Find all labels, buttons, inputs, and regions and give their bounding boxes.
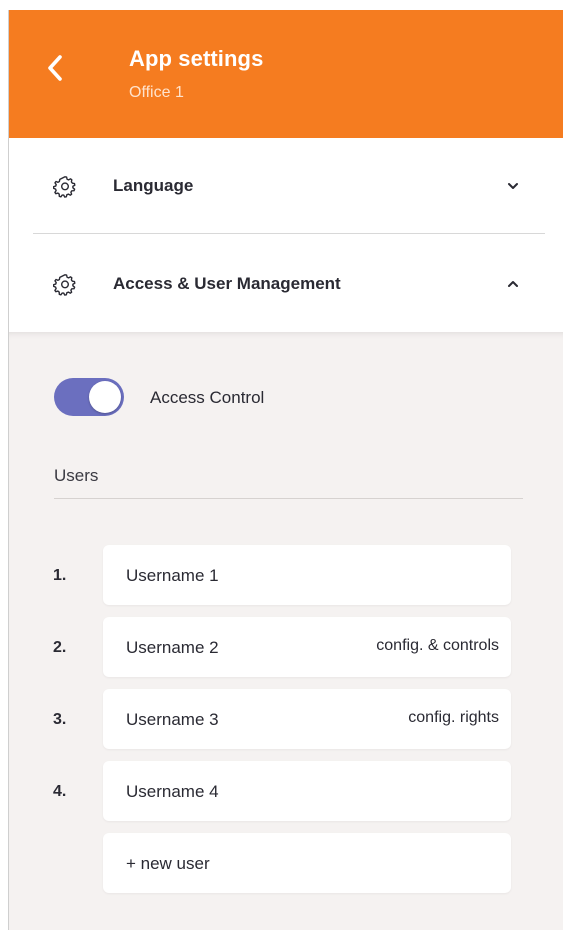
username: Username 4 [126, 782, 219, 801]
section-label: Access & User Management [113, 274, 341, 293]
user-card-2[interactable]: Username 2 config. & controls [103, 617, 511, 677]
username: Username 1 [126, 566, 219, 585]
username: Username 2 [126, 638, 219, 657]
app-header: App settings Office 1 [9, 10, 563, 138]
access-control-toggle[interactable] [54, 378, 124, 416]
users-divider [54, 498, 523, 499]
chevron-up-icon[interactable] [503, 274, 523, 294]
user-card-3[interactable]: Username 3 config. rights [103, 689, 511, 749]
user-number: 3. [53, 711, 67, 728]
back-button[interactable] [37, 48, 73, 88]
user-card-1[interactable]: Username 1 [103, 545, 511, 605]
section-label: Language [113, 176, 194, 195]
section-language[interactable]: Language [9, 138, 563, 234]
user-rights: config. rights [408, 709, 499, 726]
chevron-left-icon [48, 55, 62, 81]
user-number: 1. [53, 567, 67, 584]
user-rights: config. & controls [376, 637, 499, 654]
gear-icon [53, 176, 76, 198]
user-number: 2. [53, 639, 67, 656]
gear-icon [53, 274, 76, 296]
access-control-label: Access Control [150, 388, 265, 407]
access-panel: Access Control Users 1. Username 1 2. Us… [9, 332, 563, 930]
toggle-knob [89, 381, 121, 413]
add-user-label: + new user [126, 854, 210, 873]
page-title: App settings [129, 46, 264, 71]
app-settings-screen: App settings Office 1 Language Access & … [8, 10, 563, 930]
username: Username 3 [126, 710, 219, 729]
user-number: 4. [53, 783, 67, 800]
section-divider [33, 233, 545, 234]
users-heading: Users [54, 466, 99, 485]
chevron-down-icon[interactable] [503, 176, 523, 196]
page-subtitle: Office 1 [129, 84, 184, 101]
section-access-user-management[interactable]: Access & User Management [9, 236, 563, 332]
add-user-button[interactable]: + new user [103, 833, 511, 893]
user-card-4[interactable]: Username 4 [103, 761, 511, 821]
